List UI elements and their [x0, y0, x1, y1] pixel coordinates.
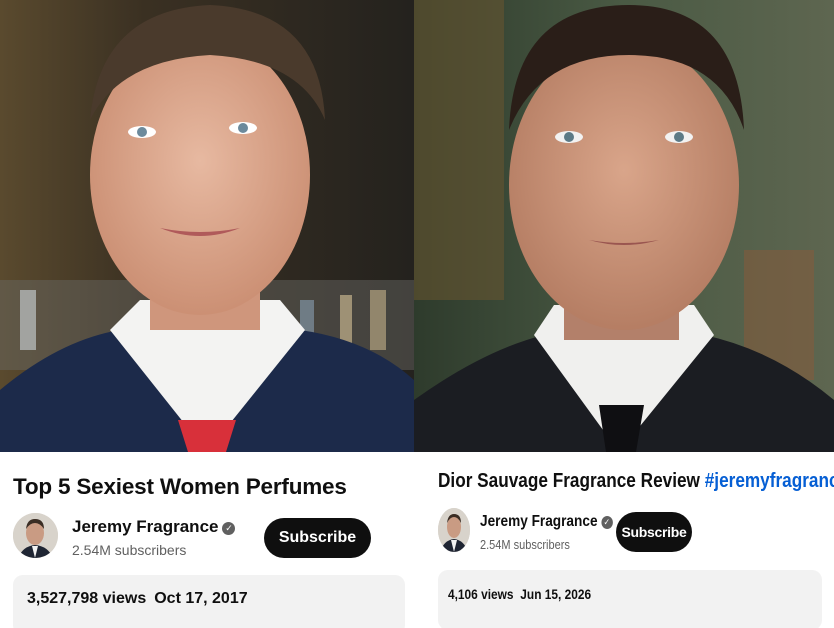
video-panel-left: Top 5 Sexiest Women Perfumes Jeremy Frag…	[0, 0, 414, 628]
video-title[interactable]: Dior Sauvage Fragrance Review #jeremyfra…	[438, 470, 834, 493]
verified-checkmark-icon: ✓	[222, 522, 236, 535]
channel-name-text: Jeremy Fragrance	[72, 517, 219, 536]
channel-name[interactable]: Jeremy Fragrance ✓	[72, 517, 236, 537]
upload-date: Jun 15, 2026	[520, 586, 592, 602]
video-stats: 3,527,798 views Oct 17, 2017	[27, 590, 248, 608]
video-title[interactable]: Top 5 Sexiest Women Perfumes	[13, 474, 347, 500]
video-thumbnail-right[interactable]	[414, 0, 834, 452]
avatar-image	[13, 513, 58, 558]
channel-avatar[interactable]	[13, 513, 58, 558]
subscribe-button[interactable]: Subscribe	[264, 518, 371, 558]
channel-name[interactable]: Jeremy Fragrance ✓	[480, 513, 613, 531]
subscriber-count: 2.54M subscribers	[72, 542, 187, 558]
upload-date: Oct 17, 2017	[154, 590, 248, 607]
video-title-text: Dior Sauvage Fragrance Review	[438, 470, 705, 492]
view-count: 3,527,798 views	[27, 590, 147, 607]
subscribe-button[interactable]: Subscribe	[616, 512, 692, 552]
thumbnail-image-right	[414, 0, 834, 452]
channel-name-text: Jeremy Fragrance	[480, 513, 598, 530]
avatar-image	[438, 508, 470, 552]
subscriber-count: 2.54M subscribers	[480, 538, 570, 552]
video-panel-right: Dior Sauvage Fragrance Review #jeremyfra…	[414, 0, 834, 628]
hashtag-links[interactable]: #jeremyfragrance #f	[705, 470, 834, 492]
channel-avatar[interactable]	[438, 508, 470, 552]
verified-checkmark-icon: ✓	[601, 516, 613, 529]
video-stats: 4,106 views Jun 15, 2026	[448, 586, 591, 602]
video-thumbnail-left[interactable]	[0, 0, 414, 452]
view-count: 4,106 views	[448, 586, 514, 602]
thumbnail-image-left	[0, 0, 414, 452]
